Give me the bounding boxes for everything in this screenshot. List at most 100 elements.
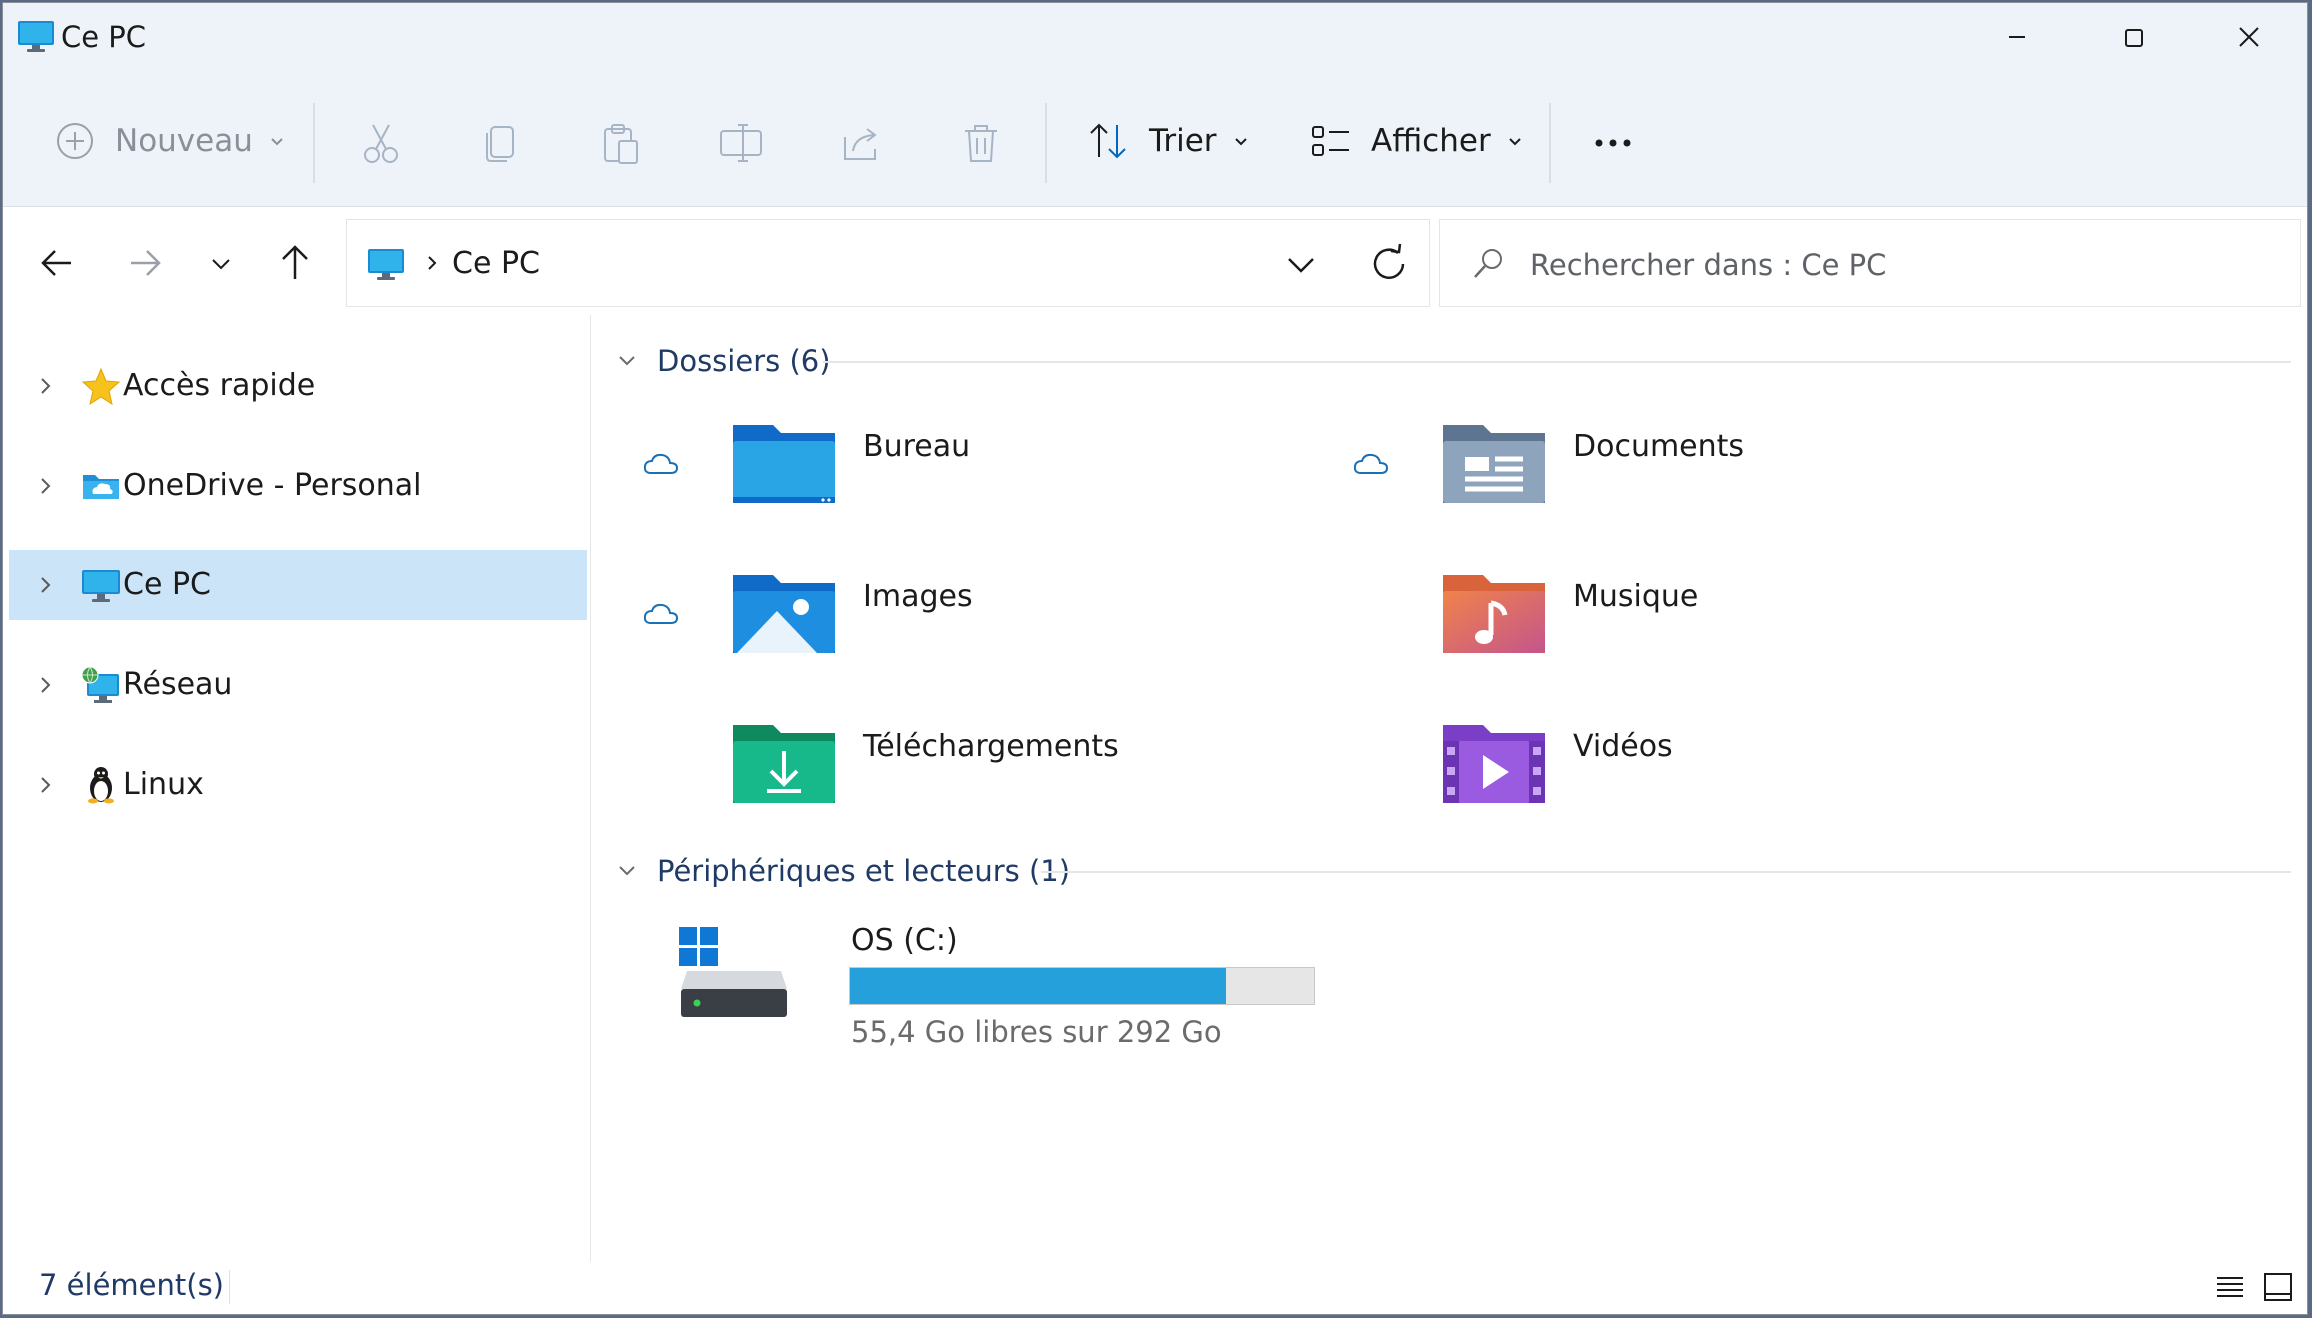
folders-group-header[interactable]: Dossiers (6) xyxy=(613,339,831,383)
this-pc-icon xyxy=(82,570,120,602)
sidebar-item-onedrive[interactable]: OneDrive - Personal xyxy=(9,451,587,521)
toolbar-separator xyxy=(313,103,315,183)
search-box[interactable] xyxy=(1439,219,2301,307)
close-icon xyxy=(2239,27,2259,47)
folder-label: Téléchargements xyxy=(863,729,1119,764)
chevron-down-icon xyxy=(1234,138,1247,146)
linux-penguin-icon xyxy=(88,767,114,804)
sidebar-item-quick-access[interactable]: Accès rapide xyxy=(9,351,587,421)
breadcrumb-chevron-icon[interactable] xyxy=(422,250,442,276)
pictures-folder-icon xyxy=(733,575,835,653)
up-icon[interactable] xyxy=(271,239,319,287)
item-count: 7 élément(s) xyxy=(39,1268,224,1302)
view-label: Afficher xyxy=(1371,123,1491,159)
folder-tile-telechargements[interactable]: Téléchargements xyxy=(641,719,1341,839)
details-view-icon[interactable] xyxy=(2213,1272,2247,1304)
content-pane: Dossiers (6) Bureau Documents Images Mus… xyxy=(593,315,2307,1265)
toolbar-separator xyxy=(1045,103,1047,183)
address-history-chevron-icon[interactable] xyxy=(1281,250,1321,280)
chevron-down-icon xyxy=(619,356,635,366)
command-bar: Nouveau Trier Afficher xyxy=(3,71,2307,207)
paste-icon[interactable] xyxy=(597,119,645,167)
videos-folder-icon xyxy=(1443,725,1545,803)
sidebar-item-label: Accès rapide xyxy=(123,368,316,403)
chevron-right-icon[interactable] xyxy=(33,772,59,798)
cloud-status-icon xyxy=(1353,453,1389,474)
downloads-folder-icon xyxy=(733,725,835,803)
search-input[interactable] xyxy=(1528,240,2272,290)
view-button[interactable]: Afficher xyxy=(1309,101,1525,181)
folder-tile-bureau[interactable]: Bureau xyxy=(641,419,1341,539)
breadcrumb-ce-pc[interactable]: Ce PC xyxy=(452,246,540,281)
maximize-button[interactable] xyxy=(2075,3,2191,71)
share-icon[interactable] xyxy=(837,119,885,167)
chevron-down-icon xyxy=(271,138,283,146)
sidebar-item-ce-pc[interactable]: Ce PC xyxy=(9,550,587,620)
folder-label: Musique xyxy=(1573,579,1699,614)
new-button[interactable]: Nouveau xyxy=(55,101,287,181)
sidebar-item-label: Linux xyxy=(123,767,204,802)
folder-tile-documents[interactable]: Documents xyxy=(1351,419,2051,539)
this-pc-icon xyxy=(18,21,54,52)
folder-label: Bureau xyxy=(863,429,971,464)
chevron-down-icon xyxy=(619,866,635,876)
documents-folder-icon xyxy=(1443,425,1545,503)
view-icon xyxy=(1312,126,1349,156)
back-icon[interactable] xyxy=(33,239,81,287)
chevron-right-icon[interactable] xyxy=(33,473,59,499)
folder-tile-videos[interactable]: Vidéos xyxy=(1351,719,2051,839)
folder-tile-musique[interactable]: Musique xyxy=(1351,569,2051,689)
navigation-row: Ce PC xyxy=(3,207,2307,315)
this-pc-icon xyxy=(368,249,404,280)
windows-drive-icon xyxy=(679,927,787,1017)
folder-label: Images xyxy=(863,579,973,614)
drive-label: OS (C:) xyxy=(851,923,958,958)
folders-group-title: Dossiers (6) xyxy=(657,344,831,378)
network-icon xyxy=(81,666,119,703)
more-icon[interactable] xyxy=(1589,119,1637,167)
devices-group-header[interactable]: Périphériques et lecteurs (1) xyxy=(613,849,1070,893)
sort-label: Trier xyxy=(1149,123,1217,159)
chevron-right-icon[interactable] xyxy=(33,672,59,698)
copy-icon[interactable] xyxy=(477,119,525,167)
window-title: Ce PC xyxy=(61,20,147,54)
folder-label: Vidéos xyxy=(1573,729,1673,764)
rename-icon[interactable] xyxy=(717,119,765,167)
folder-label: Documents xyxy=(1573,429,1745,464)
navigation-pane: Accès rapide OneDrive - Personal Ce PC R… xyxy=(3,315,591,1265)
group-divider xyxy=(823,361,2291,363)
chevron-right-icon[interactable] xyxy=(33,373,59,399)
delete-icon[interactable] xyxy=(957,119,1005,167)
drive-usage-bar xyxy=(849,967,1315,1005)
drive-tile-os-c[interactable]: OS (C:) 55,4 Go libres sur 292 Go xyxy=(677,915,1377,1055)
sidebar-item-label: Réseau xyxy=(123,667,233,702)
minimize-icon xyxy=(2009,36,2025,38)
maximize-icon xyxy=(2125,29,2143,47)
drive-free-space: 55,4 Go libres sur 292 Go xyxy=(851,1015,1222,1049)
refresh-icon[interactable] xyxy=(1367,242,1411,286)
close-button[interactable] xyxy=(2191,3,2307,71)
file-explorer-window: Ce PC Nouveau Trier Afficher Ce PC Reche… xyxy=(2,2,2308,1315)
sidebar-item-network[interactable]: Réseau xyxy=(9,650,587,720)
folder-tile-images[interactable]: Images xyxy=(641,569,1341,689)
cut-icon[interactable] xyxy=(357,119,405,167)
devices-group-title: Périphériques et lecteurs (1) xyxy=(657,854,1071,888)
chevron-down-icon xyxy=(1508,138,1521,146)
forward-icon[interactable] xyxy=(121,239,169,287)
sidebar-item-label: Ce PC xyxy=(123,567,211,602)
cloud-status-icon xyxy=(643,453,679,474)
sidebar-item-linux[interactable]: Linux xyxy=(9,750,587,820)
search-icon xyxy=(1474,249,1502,278)
address-bar[interactable]: Ce PC xyxy=(346,219,1430,307)
large-icons-view-icon[interactable] xyxy=(2261,1270,2295,1304)
add-icon xyxy=(57,123,93,159)
chevron-right-icon[interactable] xyxy=(33,572,59,598)
sort-button[interactable]: Trier xyxy=(1087,101,1251,181)
minimize-button[interactable] xyxy=(1959,3,2075,71)
status-bar: 7 élément(s) xyxy=(3,1262,2307,1314)
drive-usage-fill xyxy=(850,968,1226,1004)
star-icon xyxy=(81,367,121,405)
toolbar-separator xyxy=(1549,103,1551,183)
recent-dropdown-icon[interactable] xyxy=(197,239,245,287)
title-bar: Ce PC xyxy=(3,3,2307,71)
